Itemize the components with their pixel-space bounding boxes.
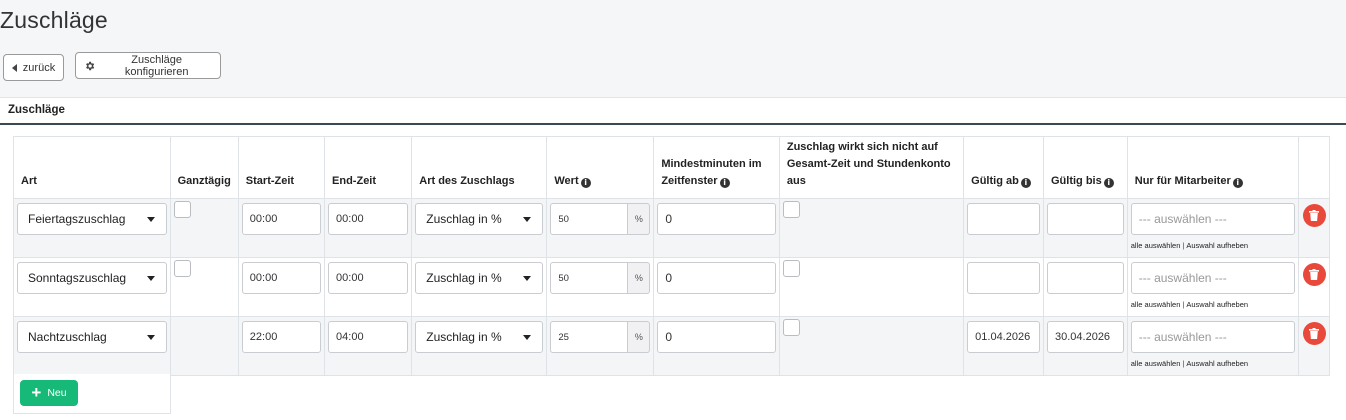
start-time-input[interactable]: 00:00 [241,203,322,235]
deselect-link[interactable]: Auswahl aufheben [1186,359,1248,368]
ganztaegig-checkbox[interactable] [173,260,191,277]
trash-icon [1309,328,1320,339]
surcharge-type-select[interactable]: Zuschlag in % [415,262,544,294]
col-header-gueltig-bis: Gültig bis i [1043,136,1128,199]
end-time-input[interactable]: 00:00 [328,203,409,235]
col-header-wirkt: Zuschlag wirkt sich nicht auf Gesamt-Zei… [778,136,965,199]
select-all-link[interactable]: alle auswählen [1131,241,1181,250]
panel-title: Zuschläge [0,98,1346,125]
info-icon[interactable]: i [1103,178,1114,188]
configure-button-label: Zuschläge konfigurieren [124,53,189,78]
caret-down-icon [146,334,155,340]
info-icon[interactable]: i [719,178,730,188]
start-time-input[interactable]: 00:00 [241,262,322,294]
caret-down-icon [146,216,155,222]
table-row: Nachtzuschlag 22:00 04:00 Zuschlag in % … [13,316,1331,376]
surcharge-type-select[interactable]: Zuschlag in % [415,321,544,353]
back-button[interactable]: zurück [3,54,64,81]
deselect-link[interactable]: Auswahl aufheben [1186,241,1248,250]
no-effect-checkbox[interactable] [782,260,800,277]
col-header-art: Art [13,136,171,199]
percent-addon: % [628,203,651,235]
caret-left-icon [11,63,17,72]
col-header-wert: Wert i [546,136,655,199]
start-time-input[interactable]: 22:00 [241,321,322,353]
employee-multiselect[interactable]: --- auswählen --- [1130,203,1295,235]
col-header-mindest: Mindestminuten im Zeitfenster i [653,136,780,199]
valid-to-input[interactable] [1047,262,1124,294]
employee-multiselect[interactable]: --- auswählen --- [1130,262,1295,294]
select-all-link[interactable]: alle auswählen [1131,300,1181,309]
page-title: Zuschläge [0,7,108,33]
art-select[interactable]: Nachtzuschlag [17,321,167,353]
surcharges-panel: Zuschläge Art Ganztägig Start-Zeit End-Z… [0,97,1346,420]
valid-from-input[interactable] [967,203,1040,235]
surcharges-table: Art Ganztägig Start-Zeit End-Zeit Art de… [13,136,1331,376]
col-header-end: End-Zeit [324,136,413,199]
art-select[interactable]: Sonntagszuschlag [17,262,167,294]
col-header-gueltig-ab: Gültig ab i [963,136,1044,199]
ganztaegig-checkbox[interactable] [173,201,191,218]
value-input[interactable]: 50 [550,262,629,294]
plus-icon: + [31,383,42,402]
min-minutes-input[interactable]: 0 [657,321,776,353]
col-header-start: Start-Zeit [237,136,326,199]
col-header-actions [1297,136,1331,199]
new-button-label: Neu [47,387,67,399]
art-select[interactable]: Feiertagszuschlag [17,203,167,235]
value-input[interactable]: 50 [550,203,629,235]
no-effect-checkbox[interactable] [782,319,800,336]
table-row: Feiertagszuschlag 00:00 00:00 Zuschlag i… [13,198,1331,258]
min-minutes-input[interactable]: 0 [657,262,776,294]
end-time-input[interactable]: 04:00 [328,321,409,353]
caret-down-icon [523,216,532,222]
new-button[interactable]: + Neu [20,380,78,406]
no-effect-checkbox[interactable] [782,201,800,218]
info-icon[interactable]: i [1020,178,1031,188]
percent-addon: % [628,262,651,294]
delete-button[interactable] [1302,322,1326,345]
caret-down-icon [146,275,155,281]
table-header-row: Art Ganztägig Start-Zeit End-Zeit Art de… [13,136,1331,199]
delete-button[interactable] [1302,263,1326,286]
delete-button[interactable] [1302,204,1326,227]
min-minutes-input[interactable]: 0 [657,203,776,235]
valid-to-input[interactable] [1047,203,1124,235]
back-button-label: zurück [22,61,56,74]
configure-surcharges-button[interactable]: Zuschläge konfigurieren [75,52,221,79]
employee-multiselect[interactable]: --- auswählen --- [1130,321,1295,353]
table-row: Sonntagszuschlag 00:00 00:00 Zuschlag in… [13,257,1331,317]
surcharge-type-select[interactable]: Zuschlag in % [415,203,544,235]
select-all-link[interactable]: alle auswählen [1131,359,1181,368]
new-row-area: + Neu [13,374,171,414]
end-time-input[interactable]: 00:00 [328,262,409,294]
col-header-mitarbeiter: Nur für Mitarbeiter i [1126,136,1299,199]
trash-icon [1309,210,1320,221]
deselect-link[interactable]: Auswahl aufheben [1186,300,1248,309]
trash-icon [1309,269,1320,280]
col-header-art-zuschlag: Art des Zuschlags [411,136,548,199]
caret-down-icon [523,275,532,281]
valid-from-input[interactable] [967,262,1040,294]
col-header-ganztaegig: Ganztägig [169,136,239,199]
info-icon[interactable]: i [1232,178,1243,188]
caret-down-icon [523,334,532,340]
value-input[interactable]: 25 [550,321,629,353]
valid-from-input[interactable]: 01.04.2026 [967,321,1040,353]
valid-to-input[interactable]: 30.04.2026 [1047,321,1124,353]
percent-addon: % [628,321,651,353]
gear-icon [86,61,95,70]
info-icon[interactable]: i [580,178,591,188]
